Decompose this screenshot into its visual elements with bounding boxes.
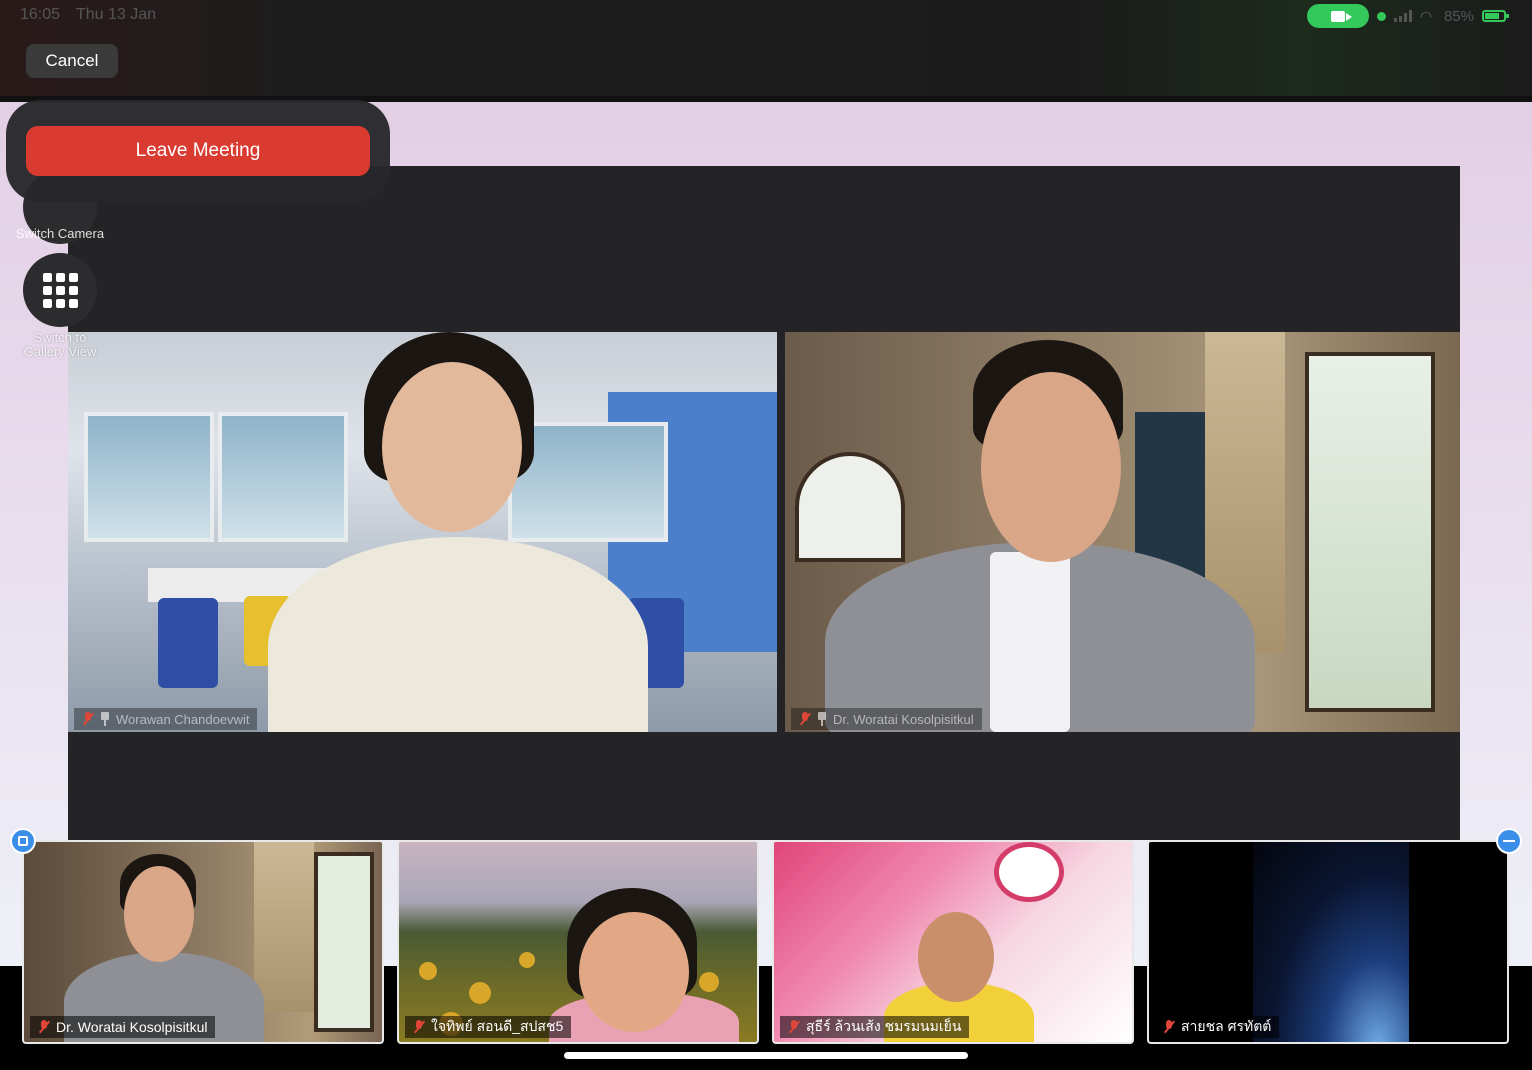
participant-shirt bbox=[990, 552, 1070, 732]
mic-muted-icon bbox=[788, 1020, 800, 1034]
participant-face bbox=[981, 372, 1121, 562]
status-icons: ◠ 85% bbox=[1306, 4, 1509, 28]
participant-thumbnail[interactable]: สุธีร์ ล้วนเส้ง ชมรมนมเย็น bbox=[772, 840, 1134, 1044]
main-video-tile-right[interactable]: Dr. Woratai Kosolpisitkul bbox=[785, 332, 1460, 732]
office-window bbox=[84, 412, 214, 542]
thumbnail-name-tag: ใจทิพย์ สอนดี_สปสช5 bbox=[405, 1016, 572, 1038]
blue-chair bbox=[158, 598, 218, 688]
participant-face bbox=[918, 912, 994, 1002]
main-video-tile-left[interactable]: Worawan Chandoevwit bbox=[68, 332, 777, 732]
wifi-icon: ◠ bbox=[1419, 8, 1433, 24]
arched-window bbox=[795, 452, 905, 562]
top-bar: 16:05 Thu 13 Jan ◠ 85% Cancel bbox=[0, 0, 1532, 96]
mic-muted-icon bbox=[1163, 1020, 1175, 1034]
thumbnail-name: สุธีร์ ล้วนเส้ง ชมรมนมเย็น bbox=[806, 1018, 962, 1034]
switch-camera-label: Switch Camera bbox=[15, 226, 105, 241]
window bbox=[314, 852, 374, 1032]
cancel-button[interactable]: Cancel bbox=[26, 44, 118, 78]
status-date: Thu 13 Jan bbox=[76, 6, 157, 23]
mic-muted-icon bbox=[413, 1020, 425, 1034]
grid-icon bbox=[42, 272, 78, 308]
battery-percentage: 85% bbox=[1443, 7, 1474, 25]
sunflower bbox=[519, 952, 535, 968]
status-time: 16:05 bbox=[20, 6, 61, 23]
thumbnail-name-tag: Dr. Woratai Kosolpisitkul bbox=[30, 1016, 216, 1038]
participant-body bbox=[268, 537, 648, 732]
sunflower bbox=[699, 972, 719, 992]
thumbnail-name-tag: สายชล ศรทัตต์ bbox=[1155, 1016, 1280, 1038]
picture-in-picture-icon[interactable] bbox=[10, 828, 36, 854]
thumbnail-name-tag: สุธีร์ ล้วนเส้ง ชมรมนมเย็น bbox=[780, 1016, 970, 1038]
office-window bbox=[218, 412, 348, 542]
gallery-label-line1: Switch to bbox=[33, 330, 87, 345]
participant-thumbnail[interactable]: สายชล ศรทัตต์ bbox=[1147, 840, 1509, 1044]
curtain bbox=[254, 842, 314, 1012]
thumbnail-name: สายชล ศรทัตต์ bbox=[1181, 1018, 1272, 1034]
participant-thumbnail[interactable]: ใจทิพย์ สอนดี_สปสช5 bbox=[397, 840, 759, 1044]
participant-thumbnail[interactable]: Dr. Woratai Kosolpisitkul bbox=[22, 840, 384, 1044]
window bbox=[1305, 352, 1435, 712]
zoom-ipad-screen: Worawan Chandoevwit Dr. Woratai Kosolpis… bbox=[0, 0, 1532, 1070]
mic-muted-icon bbox=[82, 712, 94, 726]
sunflower bbox=[469, 982, 491, 1004]
mic-muted-icon bbox=[38, 1020, 50, 1034]
switch-to-gallery-control[interactable]: Switch to Gallery View bbox=[0, 253, 120, 359]
cellular-signal-icon bbox=[1393, 10, 1412, 22]
minimize-thumbnails-icon[interactable] bbox=[1496, 828, 1522, 854]
battery-icon bbox=[1482, 10, 1509, 22]
pin-icon bbox=[100, 712, 110, 726]
thumbnail-name: Dr. Woratai Kosolpisitkul bbox=[56, 1019, 208, 1035]
mic-muted-icon bbox=[799, 712, 811, 726]
thumbnail-name: ใจทิพย์ สอนดี_สปสช5 bbox=[431, 1018, 564, 1034]
camera-indicator-dot-icon bbox=[1376, 11, 1386, 21]
gallery-view-button[interactable] bbox=[23, 253, 97, 327]
gallery-label-line2: Gallery View bbox=[23, 344, 97, 359]
participant-face bbox=[382, 362, 522, 532]
camera-in-use-icon bbox=[1306, 4, 1369, 28]
earth-from-space-background bbox=[1253, 842, 1409, 1042]
participant-face bbox=[579, 912, 689, 1032]
pin-icon bbox=[817, 712, 827, 726]
participant-name-tag: Dr. Woratai Kosolpisitkul bbox=[791, 708, 982, 730]
leave-meeting-button[interactable]: Leave Meeting bbox=[26, 126, 370, 176]
participant-name-tag: Worawan Chandoevwit bbox=[74, 708, 258, 730]
participant-face bbox=[124, 866, 194, 962]
sunflower bbox=[419, 962, 437, 980]
participant-name: Dr. Woratai Kosolpisitkul bbox=[833, 711, 974, 727]
home-indicator[interactable] bbox=[564, 1052, 968, 1059]
heart-logo-icon bbox=[994, 842, 1064, 902]
participant-name: Worawan Chandoevwit bbox=[116, 711, 250, 727]
